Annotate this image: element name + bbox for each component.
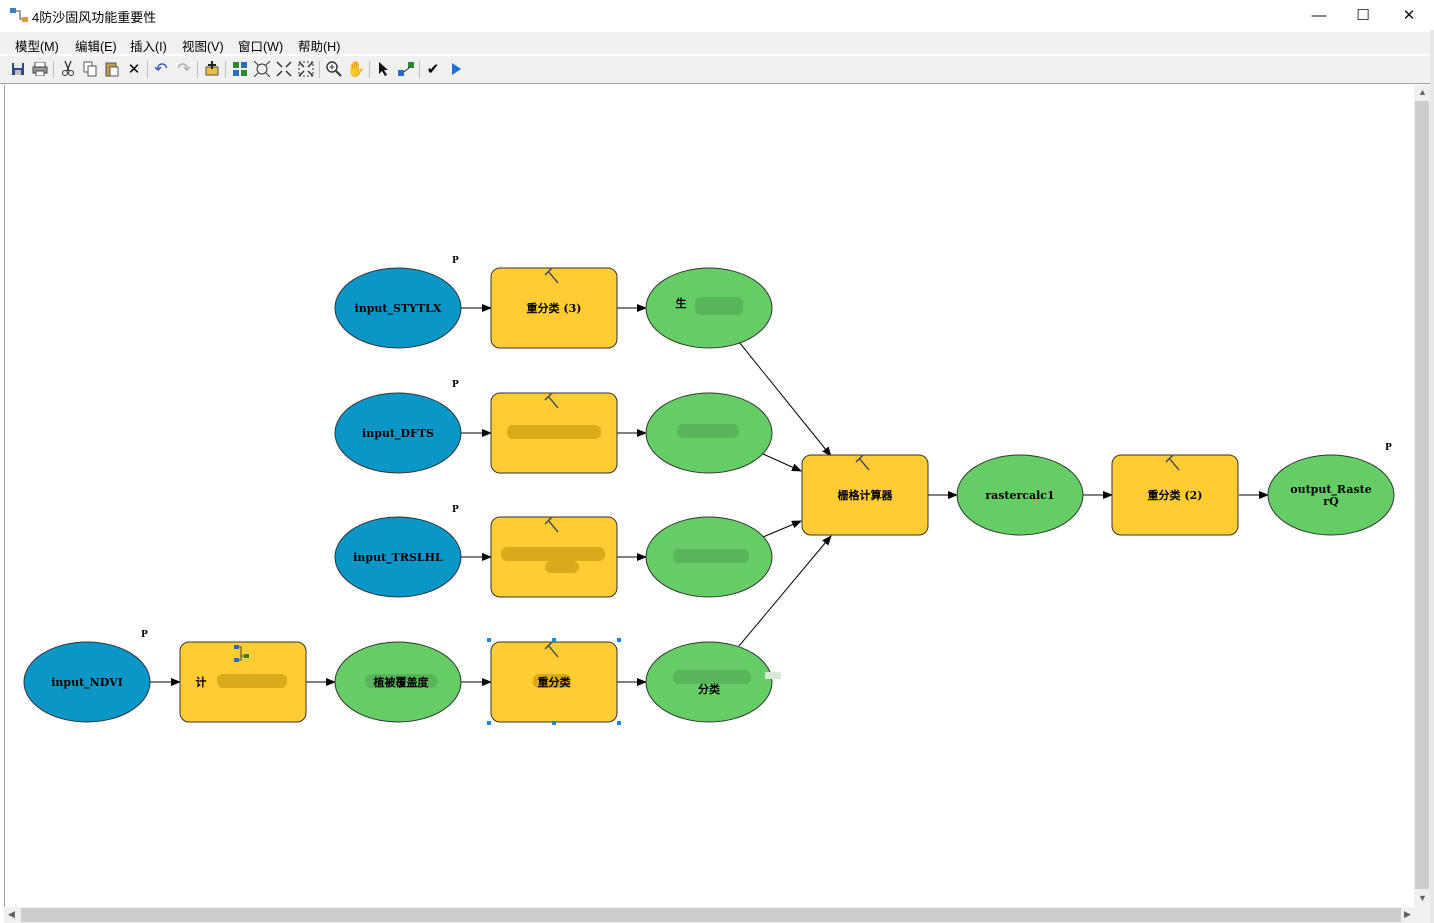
- node-label: input_TRSLHL: [353, 551, 443, 565]
- menu-edit[interactable]: 编辑(E): [75, 36, 117, 55]
- vertical-scrollbar[interactable]: ▲ ▼: [1414, 85, 1430, 907]
- close-button[interactable]: ✕: [1386, 0, 1432, 30]
- scroll-down-icon[interactable]: ▼: [1418, 893, 1427, 903]
- maximize-icon: ☐: [1356, 7, 1370, 24]
- model-canvas[interactable]: P P P P P input_STYTLX input_DFTS input_…: [4, 85, 1415, 907]
- node-label: input_STYTLX: [355, 302, 442, 316]
- node-label: 重分类 (3): [527, 301, 582, 315]
- node-label: 重分类 (2): [1148, 488, 1203, 502]
- node-label: input_DFTS: [362, 427, 434, 441]
- add-data-icon[interactable]: [203, 60, 221, 78]
- obscured-labels: [365, 297, 751, 688]
- connect-icon[interactable]: [397, 60, 415, 78]
- paste-icon[interactable]: [103, 60, 121, 78]
- title-bar: 4防沙固风功能重要性 — ☐ ✕: [0, 0, 1434, 30]
- connector-lines: [150, 304, 1269, 686]
- run-icon[interactable]: [447, 60, 465, 78]
- menu-view[interactable]: 视图(V): [182, 36, 224, 55]
- close-icon: ✕: [1402, 7, 1416, 24]
- scroll-left-icon[interactable]: ◀: [8, 909, 15, 920]
- zoom-in-icon[interactable]: [325, 60, 343, 78]
- vertical-scroll-thumb[interactable]: [1415, 101, 1429, 889]
- toolbar: ✕ ↶ ↷ ✋ ✔: [0, 56, 1434, 84]
- model-diagram: P P P P P input_STYTLX input_DFTS input_…: [23, 256, 1395, 725]
- connector: [762, 453, 802, 472]
- window-border: [1430, 30, 1434, 923]
- node-label: 栅格计算器: [838, 488, 894, 502]
- node-label: 计: [196, 675, 207, 689]
- node-label: 生: [676, 296, 687, 310]
- menu-window[interactable]: 窗口(W): [238, 36, 283, 55]
- window-title: 4防沙固风功能重要性: [32, 10, 157, 25]
- minimize-icon: —: [1311, 6, 1327, 24]
- menu-help[interactable]: 帮助(H): [298, 36, 340, 55]
- scroll-right-icon[interactable]: ▶: [1404, 909, 1411, 920]
- parameter-marker: P: [452, 505, 459, 515]
- scroll-up-icon[interactable]: ▲: [1418, 87, 1427, 97]
- select-icon[interactable]: [375, 60, 393, 78]
- auto-layout-icon[interactable]: [231, 60, 249, 78]
- node-label: 重分类: [538, 675, 572, 689]
- horizontal-scroll-thumb[interactable]: [21, 908, 1401, 922]
- print-icon[interactable]: [31, 60, 49, 78]
- menu-model[interactable]: 模型(M): [15, 36, 59, 55]
- output-label-line2: rQ: [1323, 495, 1339, 508]
- pan-icon[interactable]: ✋: [347, 60, 366, 78]
- connector: [762, 520, 802, 538]
- obscured-mark: [765, 672, 781, 679]
- full-extent-icon[interactable]: [253, 60, 271, 78]
- maximize-button[interactable]: ☐: [1340, 0, 1386, 30]
- parameter-marker: P: [1385, 443, 1392, 453]
- node-label: rastercalc1: [985, 489, 1054, 502]
- delete-icon[interactable]: ✕: [125, 60, 143, 78]
- minimize-button[interactable]: —: [1296, 0, 1342, 30]
- menu-bar: 模型(M) 编辑(E) 插入(I) 视图(V) 窗口(W) 帮助(H): [0, 32, 1434, 54]
- redo-icon[interactable]: ↷: [175, 60, 193, 78]
- horizontal-scrollbar[interactable]: ◀ ▶: [4, 907, 1430, 923]
- validate-icon[interactable]: ✔: [424, 60, 442, 78]
- model-builder-icon: [10, 8, 28, 22]
- node-label: input_NDVI: [51, 676, 123, 690]
- undo-icon[interactable]: ↶: [152, 60, 170, 78]
- parameter-marker: P: [452, 256, 459, 266]
- parameter-marker: P: [452, 380, 459, 390]
- copy-icon[interactable]: [81, 60, 99, 78]
- zoom-out-fixed-icon[interactable]: [297, 60, 315, 78]
- node-label: 植被覆盖度: [373, 675, 430, 689]
- save-icon[interactable]: [9, 60, 27, 78]
- node-label: 分类: [698, 682, 721, 696]
- menu-insert[interactable]: 插入(I): [130, 36, 167, 55]
- cut-icon[interactable]: [59, 60, 77, 78]
- parameter-marker: P: [141, 630, 148, 640]
- zoom-in-fixed-icon[interactable]: [275, 60, 293, 78]
